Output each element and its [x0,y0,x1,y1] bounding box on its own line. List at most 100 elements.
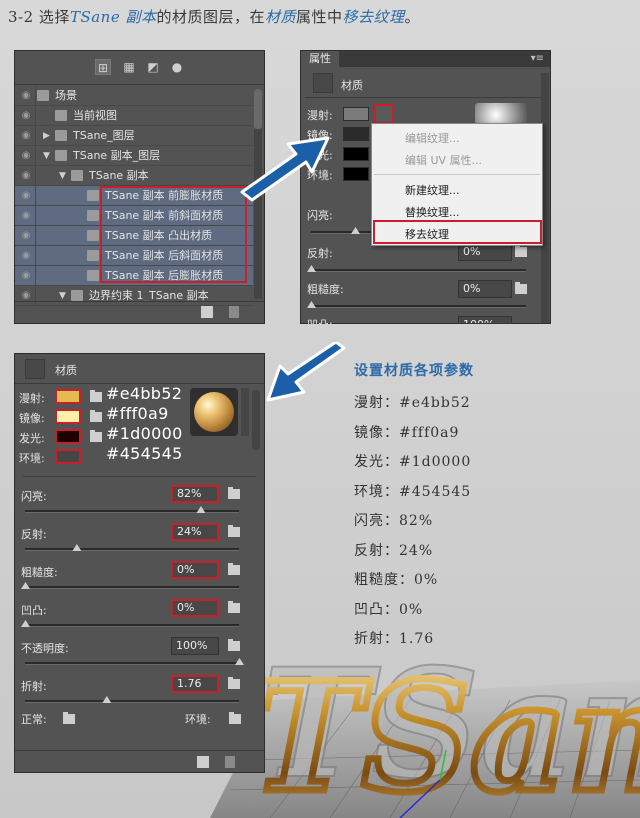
mat-prop-slider[interactable] [25,662,239,665]
bump-input[interactable]: 100% [458,316,512,324]
new-material-icon[interactable] [197,756,209,768]
scene-tree-row[interactable]: ◉ 场景 [15,86,253,106]
mat-diffuse-swatch[interactable] [55,389,81,404]
mat-prop-folder-icon[interactable] [228,563,240,575]
scene-tree-row[interactable]: ◉ ▼ TSane 副本 [15,166,253,186]
scene-tree-label: TSane_图层 [73,129,135,142]
mat-ambient-swatch[interactable] [55,449,81,464]
camera-icon [55,110,67,121]
mat-prop-input[interactable]: 82% [171,485,219,503]
visibility-eye-icon[interactable]: ◉ [18,186,34,206]
expand-toggle-icon[interactable]: ▼ [43,146,50,166]
delete-material-icon[interactable] [225,756,235,768]
visibility-eye-icon[interactable]: ◉ [18,106,34,126]
visibility-eye-icon[interactable]: ◉ [18,246,34,266]
menu-edit-uv: 编辑 UV 属性... [405,154,483,167]
remove-texture-highlight [373,220,542,244]
materials-header: 材质 [15,354,264,384]
material-filter-icon[interactable]: ◩ [145,59,161,75]
visibility-eye-icon[interactable]: ◉ [18,226,34,246]
ambient-swatch[interactable] [343,167,369,181]
mat-illum-swatch[interactable] [55,429,81,444]
material-tab-icon[interactable] [313,73,333,93]
mat-prop-input[interactable]: 0% [171,599,219,617]
illum-swatch[interactable] [343,147,369,161]
mat-prop-input[interactable]: 1.76 [171,675,219,693]
scene-tree-row[interactable]: ◉ ▶ TSane_图层 [15,126,253,146]
parameter-line: 闪亮：82% [354,513,434,529]
mat-prop-slider[interactable] [25,700,239,703]
mat-prop-input[interactable]: 24% [171,523,219,541]
parameter-line: 折射：1.76 [354,631,435,647]
menu-remove-texture[interactable]: 移去纹理 [405,226,449,242]
diffuse-swatch[interactable] [343,107,369,121]
reflect-folder-icon[interactable] [515,245,527,257]
mat-diffuse-folder-icon[interactable] [90,390,102,402]
mat-preview-dropdown[interactable] [241,388,249,436]
parameter-line: 漫射：#e4bb52 [354,395,471,411]
tab-properties[interactable]: 属性 [301,51,339,67]
mat-prop-slider[interactable] [25,548,239,551]
specular-swatch[interactable] [343,127,369,141]
visibility-eye-icon[interactable]: ◉ [18,126,34,146]
env-folder-icon[interactable] [229,712,241,724]
parameter-line: 发光：#1d0000 [354,454,472,470]
heading-layer-name: TSane 副本 [69,8,157,26]
scene-tree-label: TSane 副本_图层 [73,149,161,162]
menu-replace-texture[interactable]: 替换纹理... [405,204,460,220]
scene-tree-row[interactable]: ◉ ▼ TSane 副本_图层 [15,146,253,166]
scene-filter-icon[interactable]: ⊞ [95,59,111,75]
mat-prop-folder-icon[interactable] [228,487,240,499]
visibility-eye-icon[interactable]: ◉ [18,146,34,166]
mat-prop-label: 凹凸: [21,604,47,617]
render-text: TSane [250,650,640,818]
properties-tabbar: 属性 ▾≡ [301,51,550,67]
rough-input[interactable]: 0% [458,280,512,298]
expand-toggle-icon[interactable]: ▶ [43,126,50,146]
visibility-eye-icon[interactable]: ◉ [18,166,34,186]
mat-prop-input[interactable]: 100% [171,637,219,655]
scene-tree-label: 场景 [55,89,77,102]
mat-prop-folder-icon[interactable] [228,639,240,651]
mat-prop-slider[interactable] [25,510,239,513]
mat-illum-folder-icon[interactable] [90,430,102,442]
layer-icon [55,150,67,161]
material-tab-icon-2[interactable] [25,359,45,379]
delete-icon[interactable] [229,306,239,318]
diffuse-texture-icon[interactable] [374,104,394,124]
normal-folder-icon[interactable] [63,712,75,724]
mat-prop-slider[interactable] [25,624,239,627]
mat-prop-folder-icon[interactable] [228,525,240,537]
mat-preview-frame[interactable] [190,388,238,436]
materials-scrollbar[interactable] [252,390,260,450]
expand-toggle-icon[interactable]: ▼ [59,166,66,186]
mat-prop-input[interactable]: 0% [171,561,219,579]
mat-prop-folder-icon[interactable] [228,601,240,613]
visibility-eye-icon[interactable]: ◉ [18,266,34,286]
visibility-eye-icon[interactable]: ◉ [18,86,34,106]
mat-prop-label: 粗糙度: [21,566,58,579]
bump-label: 凹凸: [307,316,333,324]
scene-tree-row[interactable]: ◉ 当前视图 [15,106,253,126]
parameter-line: 环境：#454545 [354,483,472,500]
constraint-icon [71,290,83,301]
mat-specular-folder-icon[interactable] [90,410,102,422]
visibility-eye-icon[interactable]: ◉ [18,206,34,226]
mat-prop-slider[interactable] [25,586,239,589]
mat-specular-swatch[interactable] [55,409,81,424]
scene-panel: ⊞ ▦ ◩ ● ◉ 场景 ◉ 当前视图 ◉ ▶ TSane_图层 ◉ ▼ TSane 副本_图层 ◉… [14,50,265,324]
new-item-icon[interactable] [201,306,213,318]
material-icon [87,190,99,201]
reflect-slider[interactable] [311,269,526,272]
rough-slider[interactable] [311,305,526,308]
mat-prop-label: 不透明度: [21,642,69,655]
panel-menu-icon[interactable]: ▾≡ [531,53,544,64]
rough-folder-icon[interactable] [515,282,527,294]
heading-action: 移去纹理 [342,8,405,26]
light-filter-icon[interactable]: ● [169,59,185,75]
mesh-filter-icon[interactable]: ▦ [121,59,137,75]
mat-prop-label: 折射: [21,680,47,693]
mat-prop-folder-icon[interactable] [228,677,240,689]
menu-new-texture[interactable]: 新建纹理... [405,182,460,198]
scene-footer [15,301,264,323]
